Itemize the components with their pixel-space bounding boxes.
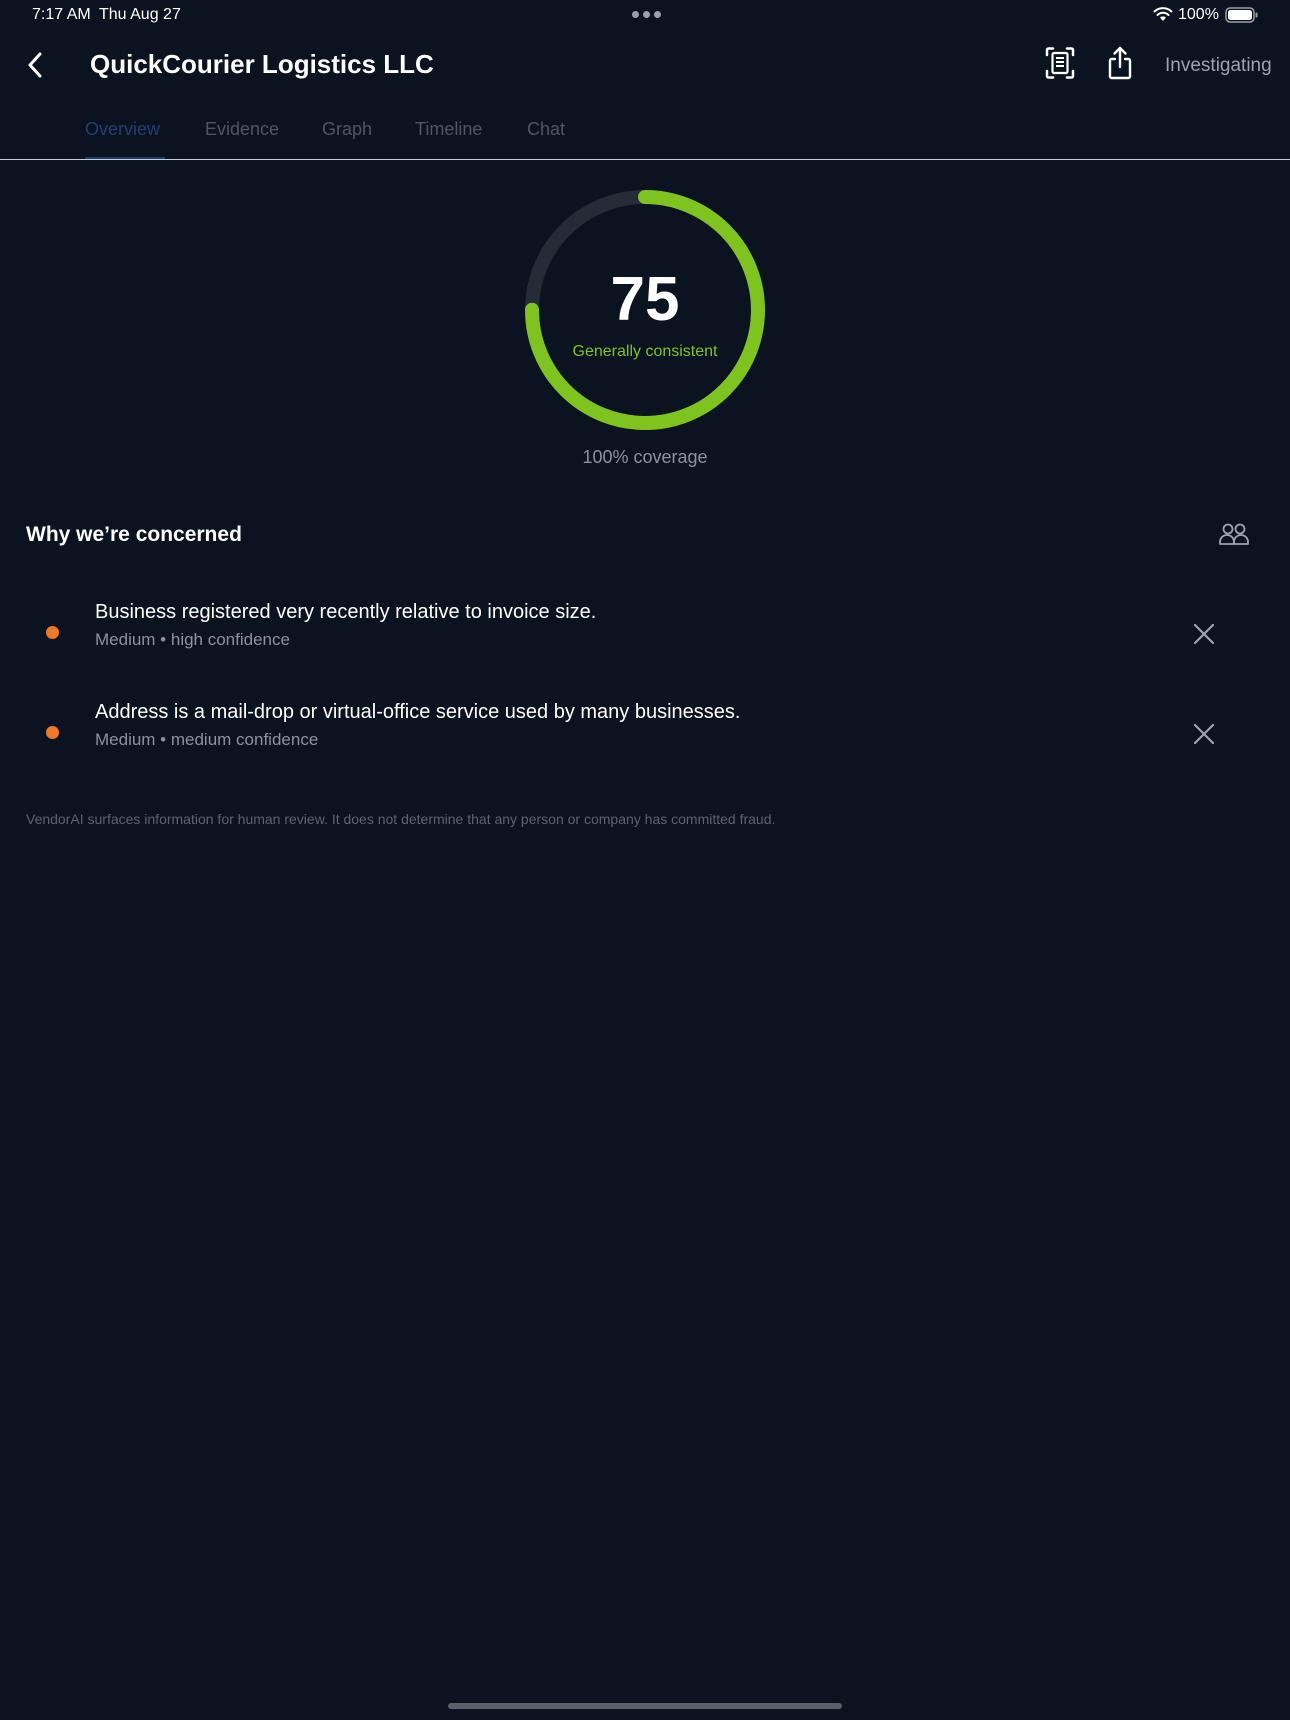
wifi-icon	[1153, 7, 1173, 21]
case-status-menu[interactable]: Investigating	[1165, 55, 1272, 77]
tabs-divider	[0, 159, 1290, 160]
tab-overview[interactable]: Overview	[85, 119, 160, 140]
page-title: QuickCourier Logistics LLC	[90, 49, 434, 79]
concern-meta: Medium • medium confidence	[95, 730, 319, 749]
section-title: Why we’re concerned	[26, 523, 242, 546]
concern-item: Address is a mail-drop or virtual-office…	[0, 701, 1290, 771]
tab-timeline[interactable]: Timeline	[415, 119, 482, 140]
severity-dot	[46, 726, 59, 739]
dismiss-concern-button[interactable]	[1190, 620, 1218, 648]
consistency-score-gauge: 75 Generally consistent	[521, 186, 769, 434]
back-chevron-icon	[28, 52, 42, 78]
report-button[interactable]	[1044, 46, 1076, 80]
concern-item: Business registered very recently relati…	[0, 601, 1290, 671]
people-icon[interactable]	[1218, 522, 1250, 548]
share-icon	[1108, 46, 1132, 80]
tab-chat[interactable]: Chat	[527, 119, 565, 140]
share-button[interactable]	[1104, 45, 1136, 81]
tab-graph[interactable]: Graph	[322, 119, 372, 140]
multitasking-dots-icon[interactable]	[632, 11, 661, 18]
tab-bar: Overview Evidence Graph Timeline Chat	[0, 110, 1290, 160]
home-indicator[interactable]	[448, 1703, 842, 1709]
severity-dot	[46, 626, 59, 639]
score-value: 75	[610, 265, 680, 334]
battery-icon	[1225, 7, 1258, 23]
concern-meta: Medium • high confidence	[95, 630, 290, 649]
back-button[interactable]	[20, 50, 50, 80]
status-bar: 7:17 AM Thu Aug 27 100%	[0, 0, 1290, 30]
status-time: 7:17 AM	[32, 6, 91, 23]
dismiss-concern-button[interactable]	[1190, 720, 1218, 748]
close-icon	[1193, 723, 1215, 745]
disclaimer-text: VendorAI surfaces information for human …	[26, 811, 776, 827]
score-label: Generally consistent	[572, 343, 718, 360]
navigation-bar: QuickCourier Logistics LLC Investigating	[0, 40, 1290, 90]
coverage-text: 100% coverage	[582, 447, 708, 467]
close-icon	[1193, 623, 1215, 645]
document-scan-icon	[1045, 47, 1075, 79]
battery-percentage: 100%	[1178, 6, 1219, 23]
concern-title: Address is a mail-drop or virtual-office…	[95, 701, 741, 723]
concern-title: Business registered very recently relati…	[95, 601, 597, 623]
status-date: Thu Aug 27	[99, 6, 181, 23]
tab-evidence[interactable]: Evidence	[205, 119, 279, 140]
